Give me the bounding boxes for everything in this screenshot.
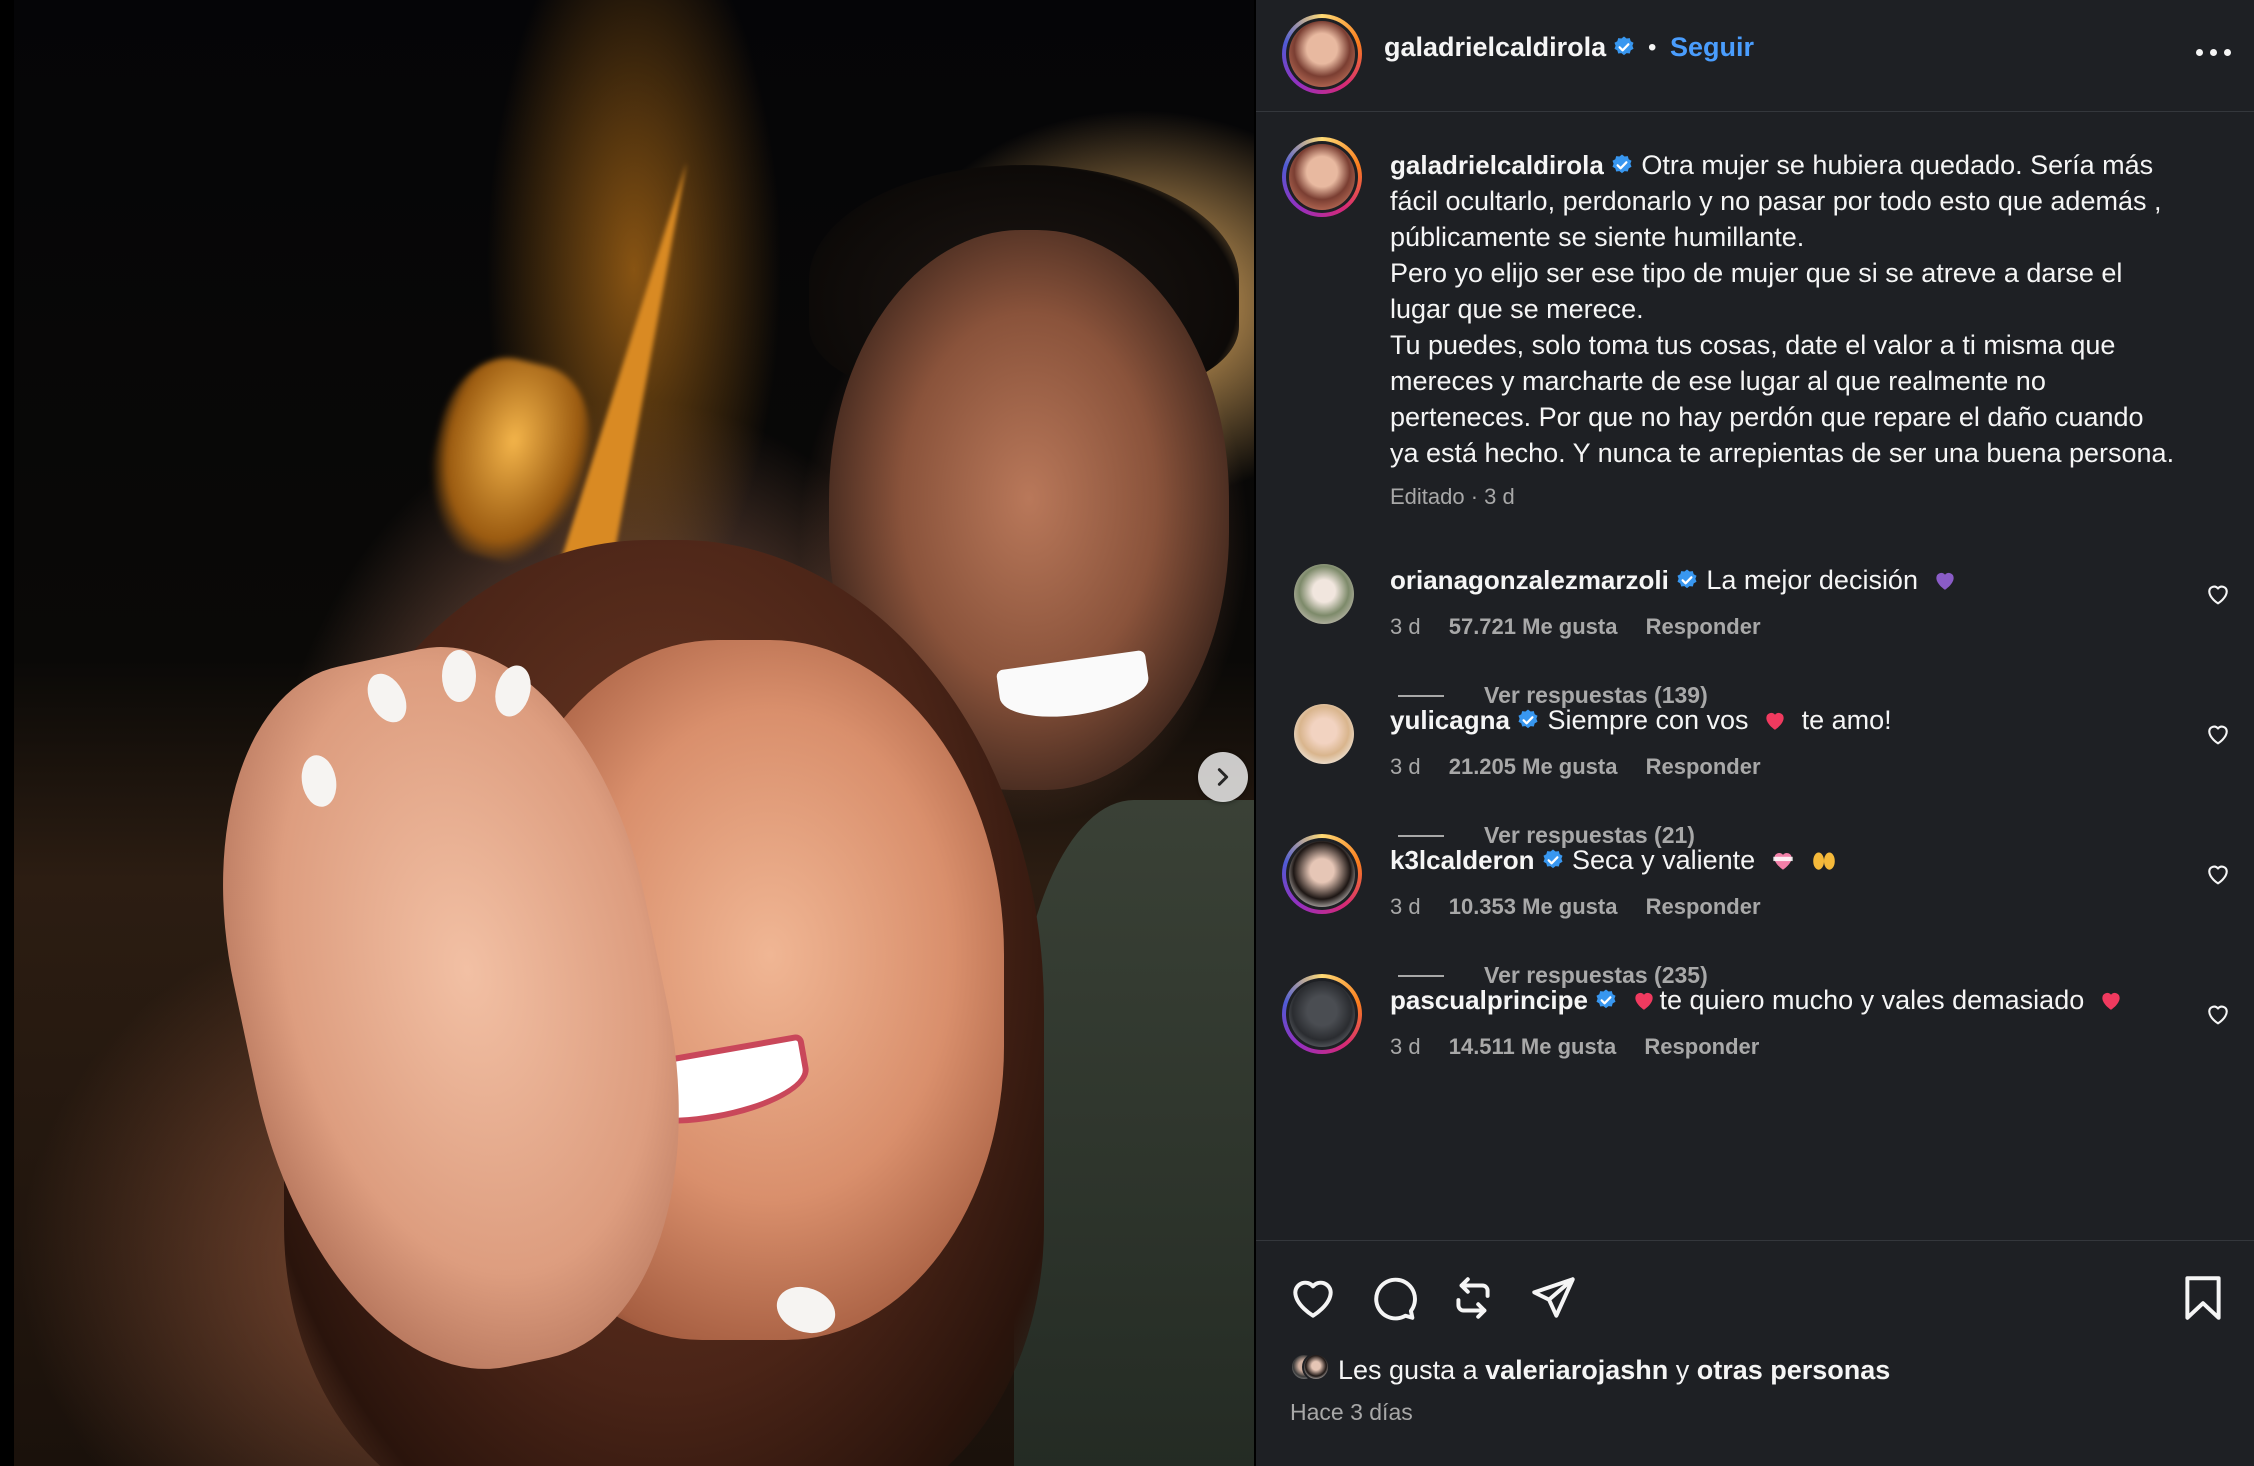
replies-divider (1398, 974, 1444, 977)
comment-time: 3 d (1390, 754, 1421, 779)
commenter-username[interactable]: pascualprincipe (1390, 985, 1588, 1015)
purple-heart-emoji (1932, 566, 1958, 602)
comment-meta: 3 d 21.205 Me gusta Responder (1390, 754, 1783, 780)
header-separator: • (1648, 34, 1657, 61)
comment-time: 3 d (1390, 614, 1421, 639)
caption-author-avatar[interactable] (1282, 137, 1362, 217)
comment-time: 3 d (1390, 1034, 1421, 1059)
liked-by-summary[interactable]: Les gusta a valeriarojashn y otras perso… (1290, 1353, 1890, 1387)
comment-body: te quiero mucho y vales demasiado (1659, 985, 2085, 1015)
commenter-avatar[interactable] (1294, 564, 1354, 624)
comment-body-after: te amo! (1801, 705, 1892, 735)
comment-bubble-icon[interactable] (1368, 1273, 1418, 1323)
caption-meta: Editado · 3 d (1390, 484, 1515, 509)
post-side-panel: galadrielcaldirola • Seguir galadrielcal… (1256, 0, 2254, 1466)
comment-like-count[interactable]: 14.511 Me gusta (1449, 1034, 1617, 1059)
liked-by-prefix: Les gusta a (1338, 1354, 1478, 1385)
comment-like-heart-icon[interactable] (2204, 860, 2232, 888)
comment-like-count[interactable]: 21.205 Me gusta (1449, 754, 1618, 779)
raising-hands-emoji (1810, 846, 1838, 882)
comment-body: Siempre con vos (1547, 705, 1749, 735)
caption-line: lugar que se merece. (1390, 294, 1644, 324)
eiffel-tower (559, 156, 712, 577)
repost-icon[interactable] (1448, 1273, 1498, 1323)
comment-like-heart-icon[interactable] (2204, 580, 2232, 608)
verified-badge-icon (1612, 35, 1636, 59)
commenter-username[interactable]: orianagonzalezmarzoli (1390, 565, 1669, 595)
comment-meta: 3 d 14.511 Me gusta Responder (1390, 1034, 1781, 1060)
author-username-text[interactable]: galadrielcaldirola (1384, 32, 1606, 62)
liked-by-user[interactable]: valeriarojashn (1485, 1355, 1668, 1386)
comment-text: orianagonzalezmarzoli La mejor decisión (1390, 562, 2170, 602)
comment-body: La mejor decisión (1706, 565, 1918, 595)
author-avatar[interactable] (1282, 14, 1362, 94)
liked-by-connector: y (1675, 1354, 1690, 1385)
comment-time: 3 d (1390, 894, 1421, 919)
liked-by-avatars (1290, 1353, 1330, 1387)
commenter-avatar[interactable] (1282, 834, 1362, 914)
caption-line: mereces y marcharte de ese lugar al que … (1390, 366, 2046, 396)
caption-text: galadrielcaldirola Otra mujer se hubiera… (1390, 147, 2220, 471)
reply-button[interactable]: Responder (1644, 1034, 1759, 1059)
caption-line: Pero yo elijo ser ese tipo de mujer que … (1390, 258, 2123, 288)
caption-line: ya está hecho. Y nunca te arrepientas de… (1390, 438, 2175, 468)
reply-button[interactable]: Responder (1646, 754, 1761, 779)
liked-by-others[interactable]: otras personas (1697, 1355, 1891, 1386)
comment-text: k3lcalderon Seca y valiente (1390, 842, 2170, 882)
comment-like-count[interactable]: 57.721 Me gusta (1449, 614, 1618, 639)
reply-button[interactable]: Responder (1646, 614, 1761, 639)
share-send-icon[interactable] (1528, 1273, 1578, 1323)
author-username[interactable]: galadrielcaldirola (1384, 32, 1636, 63)
comment-text: yulicagna Siempre con vos te amo! (1390, 702, 2170, 742)
caption-line: Otra mujer se hubiera quedado. Sería más (1641, 150, 2154, 180)
post-header: galadrielcaldirola • Seguir (1256, 0, 2254, 112)
reply-button[interactable]: Responder (1646, 894, 1761, 919)
commenter-username[interactable]: k3lcalderon (1390, 845, 1535, 875)
comment-like-heart-icon[interactable] (2204, 1000, 2232, 1028)
post-media-photo[interactable] (14, 0, 1254, 1466)
verified-badge-icon (1541, 848, 1565, 872)
comment-meta: 3 d 10.353 Me gusta Responder (1390, 894, 1783, 920)
commenter-username[interactable]: yulicagna (1390, 705, 1510, 735)
fingernail (442, 650, 476, 702)
comment-body: Seca y valiente (1572, 845, 1756, 875)
comment-like-count[interactable]: 10.353 Me gusta (1449, 894, 1618, 919)
more-options-button[interactable] (2194, 36, 2234, 66)
red-heart-emoji (2098, 986, 2124, 1022)
man-shirt (1014, 800, 1254, 1466)
verified-badge-icon (1675, 568, 1699, 592)
post-timestamp[interactable]: Hace 3 días (1290, 1399, 1413, 1426)
caption-line: perteneces. Por que no hay perdón que re… (1390, 402, 2144, 432)
replies-divider (1398, 834, 1444, 837)
red-heart-emoji (1762, 706, 1788, 742)
comments-list[interactable]: orianagonzalezmarzoli La mejor decisión … (1256, 540, 2254, 1240)
comment-meta: 3 d 57.721 Me gusta Responder (1390, 614, 1783, 640)
chevron-right-icon (1217, 768, 1229, 786)
replies-divider (1398, 694, 1444, 697)
more-options-icon (2196, 49, 2203, 56)
next-photo-button[interactable] (1198, 752, 1248, 802)
like-heart-icon[interactable] (1288, 1273, 1338, 1323)
caption-line: Tu puedes, solo toma tus cosas, date el … (1390, 330, 2116, 360)
caption-line: fácil ocultarlo, perdonarlo y no pasar p… (1390, 186, 2162, 216)
commenter-avatar[interactable] (1282, 974, 1362, 1054)
bookmark-icon[interactable] (2178, 1273, 2228, 1323)
post-actions-bar: Les gusta a valeriarojashn y otras perso… (1256, 1240, 2254, 1466)
red-heart-emoji (1631, 986, 1657, 1022)
comment-text: pascualprincipe te quiero mucho y vales … (1390, 982, 2170, 1022)
follow-button[interactable]: Seguir (1670, 32, 1754, 63)
commenter-avatar[interactable] (1294, 704, 1354, 764)
caption-author-username[interactable]: galadrielcaldirola (1390, 150, 1604, 180)
caption-line: públicamente se siente humillante. (1390, 222, 1805, 252)
verified-badge-icon (1594, 988, 1618, 1012)
verified-badge-icon (1516, 708, 1540, 732)
comment-like-heart-icon[interactable] (2204, 720, 2232, 748)
verified-badge-icon (1610, 153, 1634, 177)
heart-ribbon-emoji (1769, 846, 1797, 882)
